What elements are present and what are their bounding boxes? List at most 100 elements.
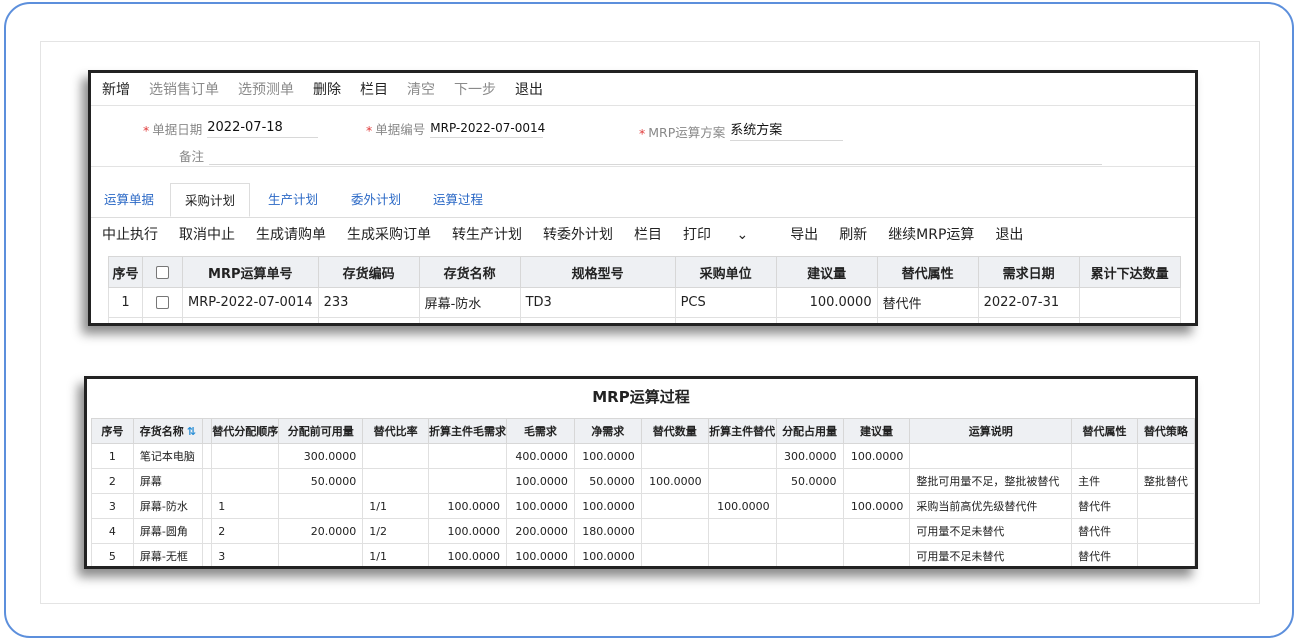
cell-issued-qty <box>1078 287 1181 318</box>
col-header[interactable]: 建议量 <box>775 256 878 288</box>
tab-purchase-plan[interactable]: 采购计划 <box>170 183 251 217</box>
refresh-button[interactable]: 刷新 <box>839 224 867 244</box>
row-checkbox[interactable] <box>142 287 183 318</box>
cell-ratio: 1/1 <box>362 543 430 566</box>
number-field-group: * 单据编号 MRP-2022-07-0014 <box>366 119 545 138</box>
cell-spec: TD3 <box>519 287 676 318</box>
col-header[interactable]: 替代属性 <box>1071 418 1138 444</box>
table-row[interactable]: 5 屏幕-无框 3 1/1 100.0000 100.0000 100.0000 可用量不足未… <box>91 543 1195 566</box>
col-header[interactable]: 存货编码 <box>317 256 420 288</box>
date-field-group: * 单据日期 2022-07-18 <box>143 119 319 138</box>
number-label: 单据编号 <box>375 122 426 137</box>
exit-button[interactable]: 退出 <box>995 224 1023 244</box>
to-outsource-plan-button[interactable]: 转委外计划 <box>543 224 613 244</box>
plan-input[interactable]: 系统方案 <box>730 119 844 141</box>
cell-main-substitute <box>707 518 777 544</box>
col-header[interactable]: 需求日期 <box>977 256 1080 288</box>
select-all-checkbox[interactable] <box>142 256 183 288</box>
cell-suggested <box>842 468 911 494</box>
cell-gross: 200.0000 <box>506 518 575 544</box>
col-header[interactable]: 替代分配顺序 <box>211 418 280 444</box>
col-header[interactable]: 替代策略 <box>1136 418 1195 444</box>
cell-allocated <box>775 493 844 519</box>
cell-available-before <box>278 493 364 519</box>
col-header[interactable]: 序号 <box>108 256 143 288</box>
select-forecast-button[interactable]: 选预测单 <box>238 79 294 99</box>
cell-main-substitute <box>707 543 777 566</box>
add-button[interactable]: 新增 <box>102 79 130 99</box>
stop-execution-button[interactable]: 中止执行 <box>102 224 158 244</box>
number-input[interactable]: MRP-2022-07-0014 <box>430 121 545 138</box>
col-header[interactable]: 折算主件毛需求 <box>428 418 508 444</box>
cell-note: 可用量不足未替代 <box>909 543 1073 566</box>
create-purchase-order-button[interactable]: 生成采购订单 <box>347 224 431 244</box>
export-button[interactable]: 导出 <box>790 224 818 244</box>
col-header[interactable]: 建议量 <box>842 418 911 444</box>
remark-label: 备注 <box>179 149 205 164</box>
cell-alloc-order: 1 <box>211 493 280 519</box>
col-header[interactable]: 规格型号 <box>519 256 676 288</box>
remark-input[interactable] <box>209 148 1103 165</box>
cell-main-gross <box>428 468 508 494</box>
tab-calc-doc[interactable]: 运算单据 <box>104 183 154 216</box>
column-resize-handle[interactable] <box>201 418 213 444</box>
col-header[interactable]: MRP运算单号 <box>182 256 319 288</box>
col-header[interactable]: 分配前可用量 <box>278 418 364 444</box>
cell-main-gross <box>428 443 508 469</box>
cell-item-name: 屏幕-圆角 <box>132 518 203 544</box>
col-header[interactable]: 运算说明 <box>909 418 1073 444</box>
cell-substitute-attr: 替代件 <box>1071 518 1138 544</box>
col-header[interactable]: 毛需求 <box>506 418 575 444</box>
cell-index: 1 <box>91 443 134 469</box>
continue-mrp-button[interactable]: 继续MRP运算 <box>888 224 974 244</box>
mrp-document-panel: 新增 选销售订单 选预测单 删除 栏目 清空 下一步 退出 * 单据日期 202… <box>88 70 1198 326</box>
tab-outsource-plan[interactable]: 委外计划 <box>351 183 401 216</box>
sort-icon[interactable]: ⇅ <box>187 425 196 438</box>
col-header-label: 存货名称 <box>139 425 184 438</box>
cancel-stop-button[interactable]: 取消中止 <box>179 224 235 244</box>
table-row[interactable]: 1 笔记本电脑 300.0000 400.0000 100.0000 300.0000 10… <box>91 443 1195 469</box>
create-requisition-button[interactable]: 生成请购单 <box>256 224 326 244</box>
table-row[interactable]: 2 屏幕 50.0000 100.0000 50.0000 100.0000 50.0000… <box>91 468 1195 494</box>
columns-button[interactable]: 栏目 <box>634 224 662 244</box>
tab-calc-process[interactable]: 运算过程 <box>433 183 483 216</box>
next-step-button[interactable]: 下一步 <box>454 79 496 99</box>
col-header[interactable]: 存货名称 <box>418 256 521 288</box>
select-sales-order-button[interactable]: 选销售订单 <box>149 79 219 99</box>
to-production-plan-button[interactable]: 转生产计划 <box>452 224 522 244</box>
date-input[interactable]: 2022-07-18 <box>207 120 319 138</box>
cell-gross: 100.0000 <box>506 468 575 494</box>
cell-item-name: 笔记本电脑 <box>132 443 203 469</box>
table-row[interactable]: 4 屏幕-圆角 2 20.0000 1/2 100.0000 200.0000 180.000… <box>91 518 1195 544</box>
cell-substitute-qty: 100.0000 <box>640 468 709 494</box>
col-header[interactable]: 替代属性 <box>876 256 979 288</box>
table-row[interactable]: 3 屏幕-防水 1 1/1 100.0000 100.0000 100.0000 100.00… <box>91 493 1195 519</box>
cell-strategy <box>1136 493 1195 519</box>
col-header[interactable]: 序号 <box>91 418 134 444</box>
col-header-item-name[interactable]: 存货名称 ⇅ <box>132 418 203 444</box>
cell-substitute-attr <box>1071 443 1138 469</box>
cell-substitute-qty <box>640 443 709 469</box>
cell-main-substitute: 100.0000 <box>707 493 777 519</box>
required-mark: * <box>143 123 150 138</box>
plan-field-group: * MRP运算方案 系统方案 <box>639 119 844 141</box>
tab-production-plan[interactable]: 生产计划 <box>268 183 318 216</box>
delete-button[interactable]: 删除 <box>313 79 341 99</box>
col-header[interactable]: 采购单位 <box>674 256 777 288</box>
cell-note: 采购当前高优先级替代件 <box>909 493 1073 519</box>
clear-button[interactable]: 清空 <box>407 79 435 99</box>
table-row[interactable]: 1 MRP-2022-07-0014 233 屏幕-防水 TD3 PCS 100… <box>108 287 1181 318</box>
cell-ratio <box>362 468 430 494</box>
print-button[interactable]: 打印 ⌄ <box>683 224 769 244</box>
col-header[interactable]: 净需求 <box>573 418 642 444</box>
col-header[interactable]: 替代比率 <box>362 418 430 444</box>
table-header-row: 序号 MRP运算单号 存货编码 存货名称 规格型号 采购单位 建议量 替代属性 … <box>108 256 1181 288</box>
col-header[interactable]: 分配占用量 <box>775 418 844 444</box>
mrp-process-table: 序号 存货名称 ⇅ 替代分配顺序 分配前可用量 替代比率 折算主件毛需求 毛需求 … <box>91 418 1195 566</box>
col-header[interactable]: 折算主件替代 <box>707 418 777 444</box>
columns-button[interactable]: 栏目 <box>360 79 388 99</box>
cell-spacer <box>201 443 213 469</box>
exit-button[interactable]: 退出 <box>515 79 543 99</box>
col-header[interactable]: 累计下达数量 <box>1078 256 1181 288</box>
col-header[interactable]: 替代数量 <box>640 418 709 444</box>
